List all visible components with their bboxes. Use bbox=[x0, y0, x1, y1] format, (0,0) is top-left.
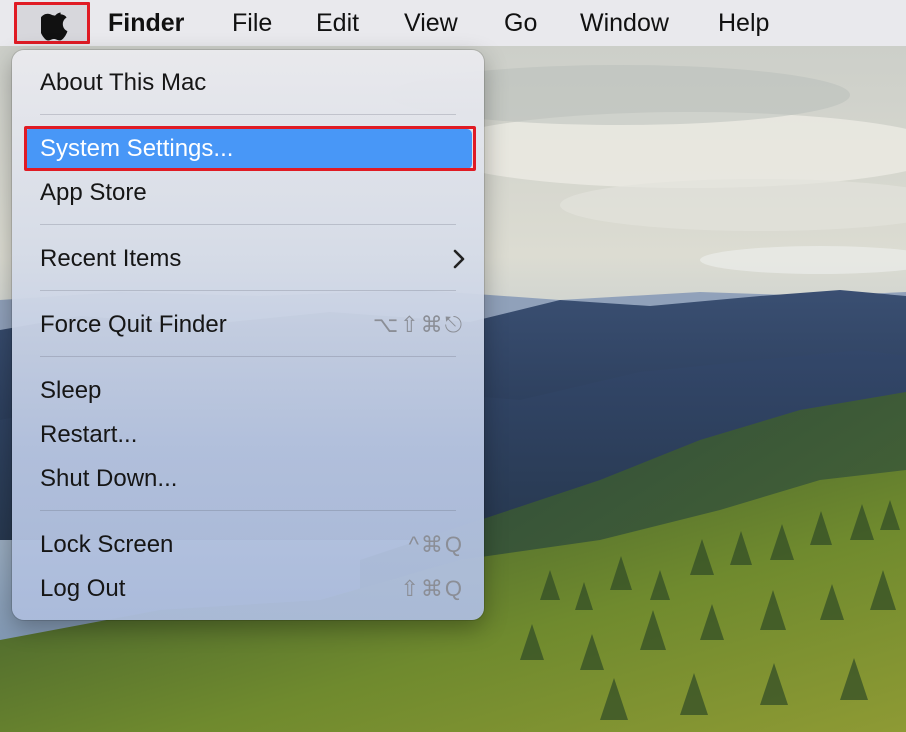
menu-item-label: Force Quit Finder bbox=[40, 311, 227, 338]
chevron-right-icon bbox=[453, 249, 465, 269]
apple-menu-button[interactable] bbox=[14, 2, 90, 44]
menu-item-lock-screen[interactable]: Lock Screen ^⌘Q bbox=[24, 525, 472, 565]
menu-separator bbox=[40, 510, 456, 511]
menubar-item-file[interactable]: File bbox=[232, 0, 272, 46]
menubar-item-window[interactable]: Window bbox=[580, 0, 669, 46]
keyboard-shortcut: ⇧⌘Q bbox=[400, 576, 464, 601]
menu-item-recent-items[interactable]: Recent Items bbox=[24, 239, 472, 279]
menu-item-about-this-mac[interactable]: About This Mac bbox=[24, 63, 472, 103]
menu-item-label: Sleep bbox=[40, 377, 102, 404]
menu-item-restart[interactable]: Restart... bbox=[24, 415, 472, 455]
menu-item-force-quit[interactable]: Force Quit Finder ⌥⇧⌘⎋ bbox=[24, 305, 472, 345]
menubar-item-view[interactable]: View bbox=[404, 0, 458, 46]
menu-separator bbox=[40, 290, 456, 291]
menu-item-label: App Store bbox=[40, 179, 147, 206]
menubar-item-help[interactable]: Help bbox=[718, 0, 769, 46]
keyboard-shortcut: ^⌘Q bbox=[408, 532, 464, 557]
menu-separator bbox=[40, 356, 456, 357]
menubar-item-go[interactable]: Go bbox=[504, 0, 537, 46]
menu-item-app-store[interactable]: App Store bbox=[24, 173, 472, 213]
apple-menu: About This Mac System Settings... App St… bbox=[12, 50, 484, 620]
apple-logo-icon bbox=[41, 12, 68, 41]
menu-item-label: Lock Screen bbox=[40, 531, 174, 558]
menu-item-sleep[interactable]: Sleep bbox=[24, 371, 472, 411]
menu-separator bbox=[40, 224, 456, 225]
menu-item-label: Recent Items bbox=[40, 245, 182, 272]
keyboard-shortcut: ⌥⇧⌘⎋ bbox=[372, 312, 464, 337]
menubar-item-edit[interactable]: Edit bbox=[316, 0, 359, 46]
menu-item-shut-down[interactable]: Shut Down... bbox=[24, 459, 472, 499]
menu-item-log-out[interactable]: Log Out ⇧⌘Q bbox=[24, 569, 472, 609]
annotation-highlight-box bbox=[24, 126, 476, 171]
menu-item-label: About This Mac bbox=[40, 69, 207, 96]
menubar-item-finder[interactable]: Finder bbox=[108, 0, 184, 46]
menu-item-label: Restart... bbox=[40, 421, 138, 448]
menu-bar: Finder File Edit View Go Window Help bbox=[0, 0, 906, 46]
menu-separator bbox=[40, 114, 456, 115]
menu-item-label: Log Out bbox=[40, 575, 126, 602]
menu-item-label: Shut Down... bbox=[40, 465, 178, 492]
